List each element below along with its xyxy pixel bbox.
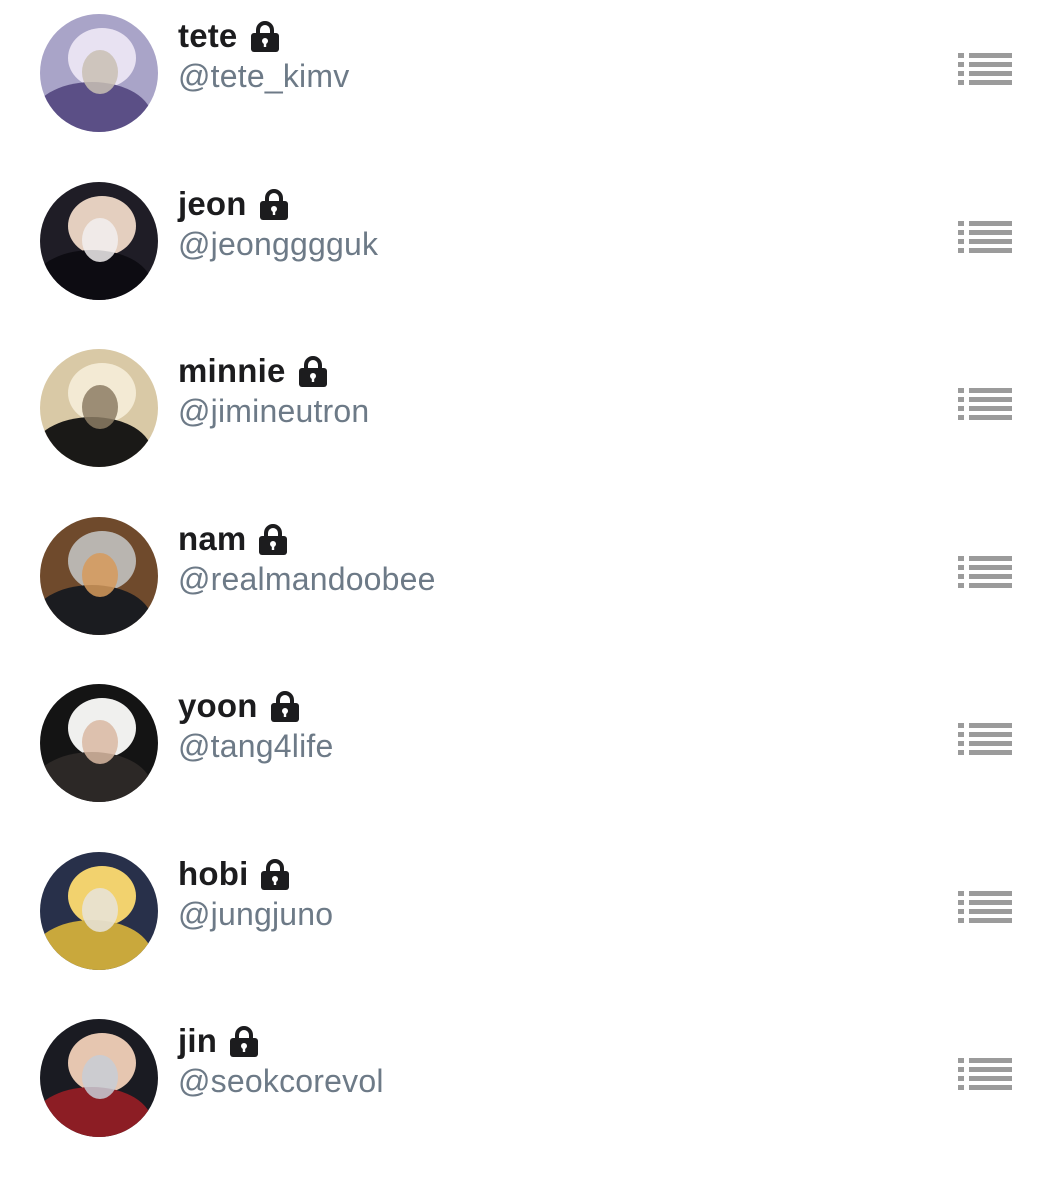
avatar-photo <box>40 684 158 802</box>
display-name: jin <box>178 1022 218 1059</box>
lock-icon <box>227 1024 261 1058</box>
username-handle: @jimineutron <box>178 393 370 429</box>
name-line: yoon <box>178 684 302 728</box>
display-name: minnie <box>178 352 286 389</box>
avatar[interactable] <box>40 14 158 132</box>
list-menu-icon <box>958 890 1012 923</box>
list-menu-icon <box>958 1058 1012 1090</box>
display-name: nam <box>178 519 247 557</box>
list-item-hobi[interactable]: hobi @jungjuno <box>0 838 1059 1005</box>
avatar[interactable] <box>40 349 158 467</box>
list-menu-icon <box>958 555 1012 588</box>
display-name: jeon <box>178 184 247 222</box>
list-menu-icon <box>958 388 1012 420</box>
list-menu-button[interactable] <box>952 383 1018 423</box>
member-list: tete @tete_kimv jeon @jeongggguk minnie … <box>0 0 1059 1200</box>
list-item-jin[interactable]: jin @seokcorevol <box>0 1005 1059 1172</box>
lock-icon <box>257 187 291 221</box>
avatar-photo <box>40 14 158 132</box>
name-line: jeon <box>178 182 291 226</box>
list-item-minnie[interactable]: minnie @jimineutron <box>0 335 1059 502</box>
avatar-photo <box>40 181 158 300</box>
avatar-photo <box>40 349 158 467</box>
avatar[interactable] <box>40 516 158 635</box>
display-name: tete <box>178 17 238 54</box>
name-line: nam <box>178 517 290 561</box>
display-name: hobi <box>178 854 249 892</box>
lock-icon <box>256 522 290 556</box>
list-item-tete[interactable]: tete @tete_kimv <box>0 0 1059 167</box>
list-menu-button[interactable] <box>952 216 1018 256</box>
list-item-jeon[interactable]: jeon @jeongggguk <box>0 168 1059 335</box>
avatar-photo <box>40 516 158 635</box>
username-handle: @seokcorevol <box>178 1063 384 1099</box>
list-menu-button[interactable] <box>952 886 1018 926</box>
list-menu-icon <box>958 220 1012 253</box>
avatar[interactable] <box>40 684 158 802</box>
lock-icon <box>296 354 330 388</box>
username-handle: @tete_kimv <box>178 58 350 94</box>
avatar-photo <box>40 1019 158 1137</box>
list-menu-button[interactable] <box>952 551 1018 591</box>
list-menu-button[interactable] <box>952 48 1018 88</box>
list-item-yoon[interactable]: yoon @tang4life <box>0 670 1059 837</box>
list-menu-button[interactable] <box>952 718 1018 758</box>
username-handle: @tang4life <box>178 728 334 764</box>
lock-icon <box>248 19 282 53</box>
avatar-photo <box>40 851 158 970</box>
name-line: hobi <box>178 852 292 896</box>
name-line: jin <box>178 1019 261 1063</box>
list-menu-icon <box>958 53 1012 85</box>
list-item-nam[interactable]: nam @realmandoobee <box>0 503 1059 670</box>
avatar[interactable] <box>40 851 158 970</box>
list-menu-button[interactable] <box>952 1053 1018 1093</box>
username-handle: @jeongggguk <box>178 225 379 262</box>
avatar[interactable] <box>40 181 158 300</box>
avatar[interactable] <box>40 1019 158 1137</box>
username-handle: @jungjuno <box>178 895 334 932</box>
name-line: minnie <box>178 349 330 393</box>
lock-icon <box>258 857 292 891</box>
display-name: yoon <box>178 687 258 724</box>
username-handle: @realmandoobee <box>178 560 436 597</box>
name-line: tete <box>178 14 282 58</box>
lock-icon <box>268 689 302 723</box>
list-menu-icon <box>958 723 1012 755</box>
